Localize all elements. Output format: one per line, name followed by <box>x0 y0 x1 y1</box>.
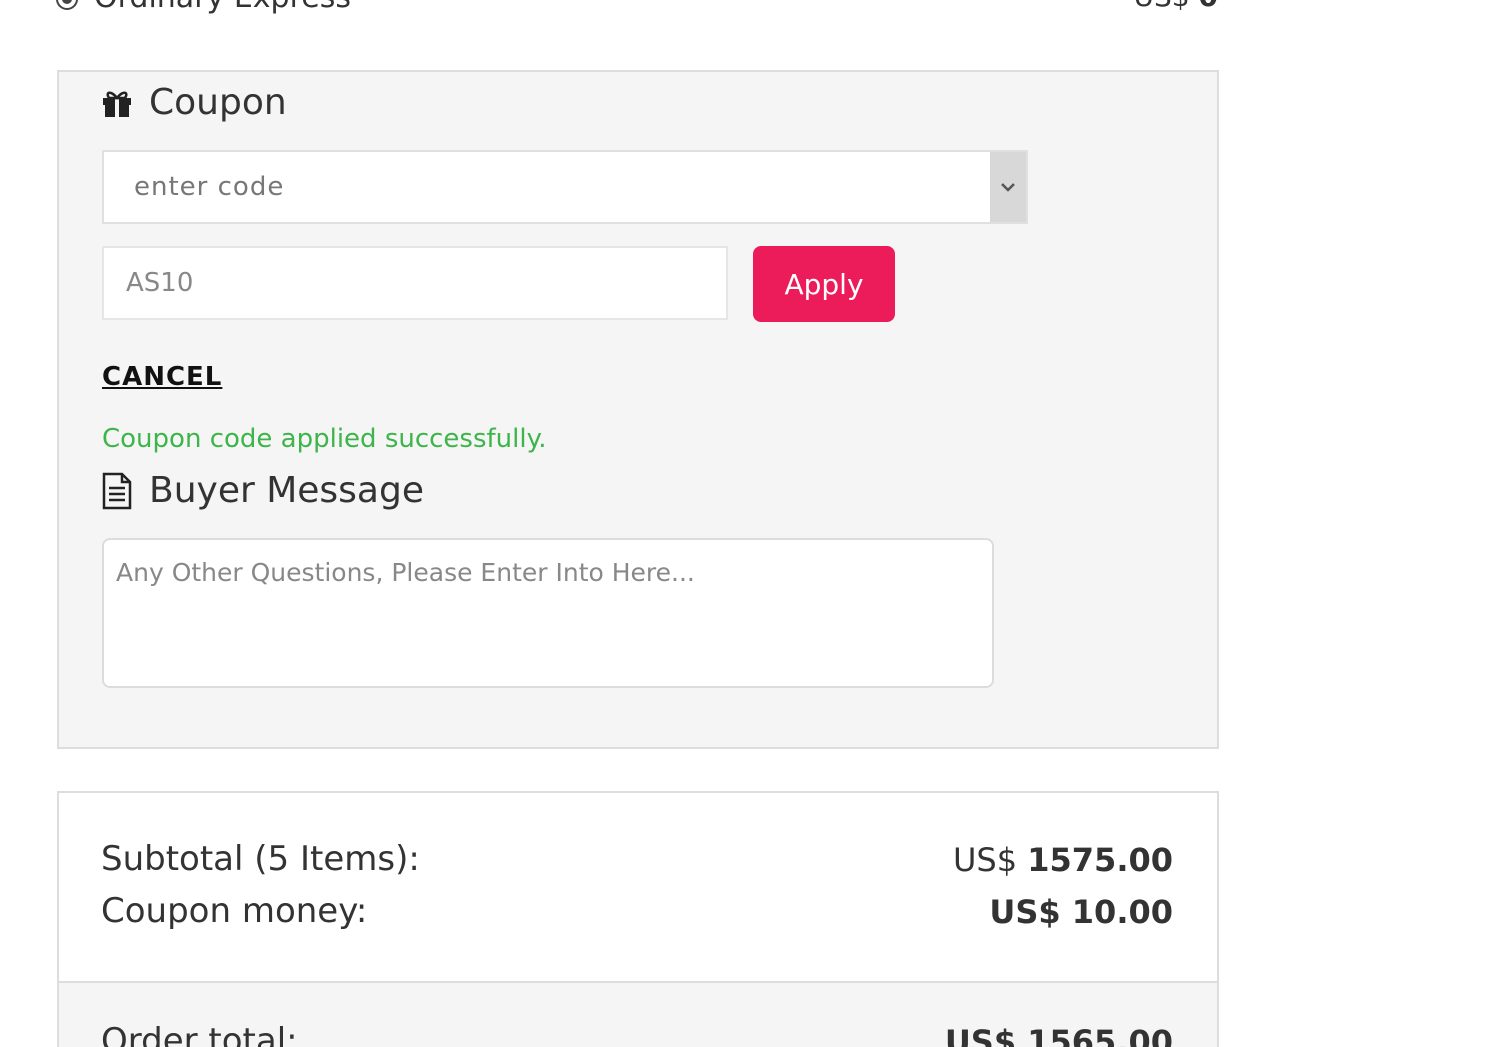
buyer-message-title: Buyer Message <box>149 470 424 511</box>
document-icon <box>101 472 133 510</box>
buyer-message-heading: Buyer Message <box>101 470 424 511</box>
shipping-price-value: 0 <box>1199 0 1218 13</box>
coupon-panel: Coupon enter code Apply CANCEL Coupon co… <box>57 70 1219 749</box>
chevron-down-icon[interactable] <box>990 152 1026 222</box>
shipping-price: US$ 0 <box>1134 0 1218 13</box>
coupon-success-message: Coupon code applied successfully. <box>102 424 547 454</box>
shipping-radio[interactable] <box>56 0 78 10</box>
shipping-method-label: Ordinary Express <box>94 0 351 15</box>
checkout-page: Ordinary Express US$ 0 Coupon enter code <box>0 0 1500 1047</box>
coupon-money-label: Coupon money: <box>101 891 368 931</box>
coupon-code-input[interactable] <box>102 246 728 320</box>
shipping-option-ordinary-express[interactable]: Ordinary Express US$ 0 <box>56 0 1218 18</box>
coupon-title: Coupon <box>149 82 287 123</box>
cancel-coupon-link[interactable]: CANCEL <box>102 362 222 392</box>
gift-icon <box>101 88 133 118</box>
subtotal-label: Subtotal (5 Items): <box>101 839 420 879</box>
buyer-message-textarea[interactable] <box>102 538 994 688</box>
coupon-money-value: US$ 10.00 <box>989 893 1173 931</box>
order-total-amount: US$ 1565.00 <box>945 1023 1173 1047</box>
coupon-heading: Coupon <box>101 82 287 123</box>
apply-coupon-button[interactable]: Apply <box>753 246 895 322</box>
subtotal-value: 1575.00 <box>1027 841 1173 879</box>
coupon-select-placeholder: enter code <box>134 172 285 202</box>
order-summary-panel: Subtotal (5 Items): US$ 1575.00 Coupon m… <box>57 791 1219 1047</box>
subtotal-amount: US$ 1575.00 <box>953 841 1173 879</box>
coupon-code-select[interactable]: enter code <box>102 150 1028 224</box>
order-total-label: Order total: <box>101 1021 298 1047</box>
subtotal-currency: US$ <box>952 841 1018 879</box>
order-total-value: US$ 1565.00 <box>944 1023 1173 1047</box>
shipping-currency: US$ <box>1134 0 1190 13</box>
coupon-money-amount: US$ 10.00 <box>989 893 1173 931</box>
